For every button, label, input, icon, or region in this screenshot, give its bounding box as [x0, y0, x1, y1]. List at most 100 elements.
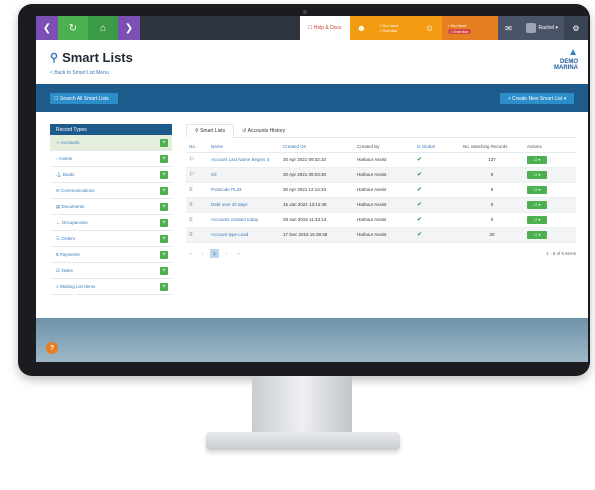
list-name-link[interactable]: Account Last Name Begins S	[208, 152, 280, 168]
page-title: ⚲ Smart Lists	[50, 50, 133, 65]
list-name-link[interactable]: Accounts created today	[208, 212, 280, 228]
table-row: ≡ Accounts created today 08 Jun 2019 11:…	[186, 212, 576, 228]
smart-lists-panel: ⚲ Smart Lists ↺ Accounts History Na. Nam…	[186, 124, 576, 258]
add-icon[interactable]: +	[160, 282, 168, 291]
count-cell: 0	[460, 212, 524, 228]
check-icon: ✔	[417, 172, 423, 178]
sidebar-item-tasks[interactable]: ☑ Tasks +	[50, 263, 172, 279]
type-cell: ⚐	[186, 152, 208, 168]
overdue-badge: • Overdue	[447, 28, 472, 34]
demo-marina-logo: ▲ DEMO MARINA	[542, 47, 578, 76]
check-icon: ✔	[417, 232, 423, 238]
list-icon: ≡	[189, 216, 193, 223]
sidebar-item-accounts[interactable]: ☆ Accounts +	[50, 135, 172, 151]
help-docs-button[interactable]: ☐ Help & Docs	[299, 16, 350, 40]
settings-icon[interactable]: ⚙	[564, 16, 588, 40]
help-question-icon[interactable]: ?	[46, 342, 58, 354]
screen: ❮ ↻ ⌂ ❯ ☐ Help & Docs ☻ • You have • Ove…	[36, 16, 588, 362]
global-cell: ✔	[414, 227, 460, 243]
sidebar-item-label: ≡ Waiting List Items	[56, 284, 96, 289]
back-to-menu-link[interactable]: < Back to Smart List Menu	[50, 70, 109, 76]
next-page-icon[interactable]: ›	[222, 249, 231, 258]
list-name-link[interactable]: Postcode PL33	[208, 182, 280, 198]
last-page-icon[interactable]: »	[234, 249, 243, 258]
column-header[interactable]: Created On	[280, 142, 354, 153]
add-icon[interactable]: +	[160, 234, 168, 243]
first-page-icon[interactable]: «	[186, 249, 195, 258]
record-types-sidebar: Record Types ☆ Accounts + ◦ Assets + ⚓ Boa…	[50, 124, 172, 295]
row-actions-button[interactable]: ☐ ▾	[527, 200, 547, 209]
prev-page-icon[interactable]: ‹	[198, 249, 207, 258]
sidebar-item-boats[interactable]: ⚓ Boats +	[50, 167, 172, 183]
add-icon[interactable]: +	[160, 154, 168, 163]
sidebar-item-communications[interactable]: ✉ Communications +	[50, 183, 172, 199]
events-notice[interactable]: • You have • Overdue	[441, 16, 498, 40]
column-header[interactable]: Is Global	[414, 142, 460, 153]
list-name-link[interactable]: Account type Lead	[208, 227, 280, 243]
actions-cell: ☐ ▾	[524, 227, 576, 243]
search-all-button[interactable]: ☐ Search All Smart Lists	[50, 93, 118, 104]
created-by-cell: Harbour Assist	[354, 152, 414, 168]
row-actions-button[interactable]: ☐ ▾	[527, 155, 547, 164]
refresh-icon[interactable]: ↻	[58, 16, 88, 40]
created-by-cell: Harbour Assist	[354, 182, 414, 198]
tasks-notice[interactable]: • You have • Overdue	[373, 16, 418, 40]
count-cell: 137	[460, 152, 524, 168]
page-number[interactable]: 1	[210, 248, 219, 258]
forward-arrow-icon[interactable]: ❯	[118, 16, 140, 40]
tab-smart-lists[interactable]: ⚲ Smart Lists	[186, 124, 235, 138]
add-icon[interactable]: +	[160, 170, 168, 179]
column-header[interactable]: Name	[208, 142, 280, 153]
user-menu[interactable]: Rachel ▾	[519, 16, 564, 40]
row-actions-button[interactable]: ☐ ▾	[527, 185, 547, 194]
back-arrow-icon[interactable]: ❮	[36, 16, 58, 40]
person-icon[interactable]: ☺	[417, 16, 442, 40]
page-title-text: Smart Lists	[62, 50, 133, 65]
count-cell: 0	[460, 197, 524, 213]
add-icon[interactable]: +	[160, 138, 168, 147]
monitor-stand	[252, 376, 352, 434]
webcam	[303, 10, 307, 14]
row-actions-button[interactable]: ☐ ▾	[527, 215, 547, 224]
created-on-cell: 15 Jan 2021 13:14:48	[280, 197, 354, 213]
list-name-link[interactable]: Debt over 30 days	[208, 197, 280, 213]
sidebar-heading: Record Types	[50, 124, 172, 135]
list-icon: ≡	[189, 201, 193, 208]
type-cell: ≡	[186, 197, 208, 213]
count-cell: 5	[460, 182, 524, 198]
chat-icon[interactable]: ✉	[497, 16, 520, 40]
list-icon: ≡	[189, 231, 193, 238]
add-icon[interactable]: +	[160, 186, 168, 195]
column-header[interactable]: Na.	[186, 142, 208, 153]
tab-accounts-history[interactable]: ↺ Accounts History	[234, 124, 293, 137]
create-smart-list-button[interactable]: + Create New Smart List ▾	[500, 93, 574, 104]
created-by-cell: Harbour Assist	[354, 197, 414, 213]
add-icon[interactable]: +	[160, 218, 168, 227]
count-cell: 0	[460, 167, 524, 183]
sidebar-item-documents[interactable]: ▤ Documents +	[50, 199, 172, 215]
sidebar-item-assets[interactable]: ◦ Assets +	[50, 151, 172, 167]
sidebar-item-label: ▤ Documents	[56, 203, 85, 209]
row-actions-button[interactable]: ☐ ▾	[527, 170, 547, 179]
sidebar-item-orders[interactable]: ☷ Orders +	[50, 231, 172, 247]
actions-cell: ☐ ▾	[524, 182, 576, 198]
sidebar-item-payments[interactable]: $ Payments +	[50, 247, 172, 263]
add-icon[interactable]: +	[160, 202, 168, 211]
tab-bar: ⚲ Smart Lists ↺ Accounts History	[186, 124, 576, 138]
pagination: « ‹ 1 › » 1 - 6 of 6 items	[186, 248, 576, 258]
sidebar-item-label: ☑ Tasks	[56, 267, 73, 273]
row-actions-button[interactable]: ☐ ▾	[527, 230, 547, 239]
type-cell: ⚐	[186, 167, 208, 183]
sidebar-item-waiting-list[interactable]: ≡ Waiting List Items +	[50, 279, 172, 295]
add-icon[interactable]: +	[160, 266, 168, 275]
sidebar-item-occupancies[interactable]: ↔ Occupancies +	[50, 215, 172, 231]
sidebar-item-label: $ Payments	[56, 252, 80, 257]
add-icon[interactable]: +	[160, 250, 168, 259]
lightbulb-icon: ⚲	[50, 52, 59, 64]
created-on-cell: 30 Apr 2021 09:02:10	[280, 152, 354, 168]
table-row: ⚐ Account Last Name Begins S 30 Apr 2021…	[186, 152, 576, 168]
actions-cell: ☐ ▾	[524, 197, 576, 213]
home-icon[interactable]: ⌂	[88, 16, 118, 40]
list-name-link[interactable]: Gil	[208, 167, 280, 183]
user-icon[interactable]: ☻	[349, 16, 374, 40]
